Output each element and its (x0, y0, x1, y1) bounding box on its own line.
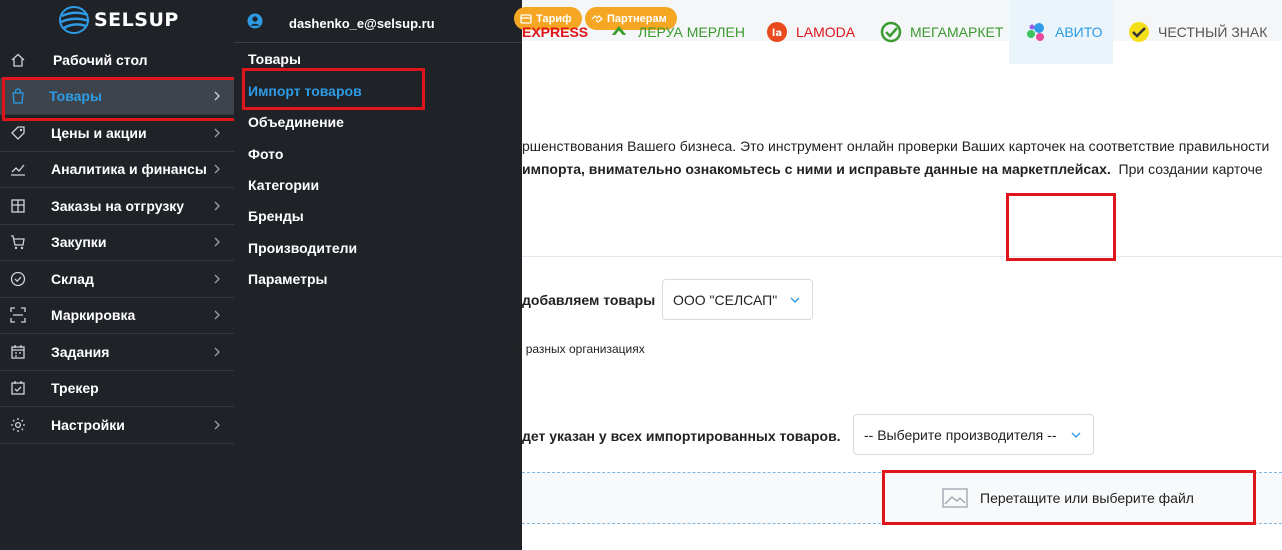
sidebar-item[interactable]: Рабочий стол (0, 42, 234, 79)
submenu-panel: dashenko_e@selsup.ru Товары Импорт товаро… (234, 0, 522, 550)
megamarket-icon (880, 21, 902, 43)
manufacturer-label: дет указан у всех импортированных товаро… (522, 428, 841, 444)
highlight-import-item (242, 68, 425, 110)
sidebar-item-label: Заказы на отгрузку (51, 197, 185, 214)
highlight-avito-tab (1006, 193, 1116, 261)
description-line-1: ршенствования Вашего бизнеса. Это инстру… (522, 138, 1270, 154)
chevron-right-icon (214, 347, 220, 357)
description-bold: импорта, внимательно ознакомьтесь с ними… (522, 161, 1111, 177)
logo-text: SELSUP (94, 9, 179, 31)
home-icon (11, 53, 25, 67)
tab-lamoda[interactable]: la LAMODA (766, 0, 855, 64)
user-circle-icon (247, 13, 263, 29)
marketplace-tabs (522, 193, 1282, 257)
box-icon (11, 199, 25, 213)
sidebar-item-label: Задания (51, 343, 110, 360)
sidebar-item[interactable]: Настройки (0, 407, 234, 444)
tab-megamarket-label: МЕГАМАРКЕТ (910, 24, 1004, 40)
svg-text:la: la (772, 28, 782, 39)
gear-icon (11, 417, 25, 432)
bag-icon (12, 88, 24, 104)
check-circle-icon (10, 271, 26, 286)
sidebar-item-label: Трекер (51, 380, 99, 397)
chevron-right-icon (214, 237, 220, 247)
logo-globe-icon (59, 6, 90, 34)
description-line-2: импорта, внимательно ознакомьтесь с ними… (522, 161, 1282, 177)
submenu-item[interactable]: Производители (248, 240, 357, 256)
sidebar-item-label: Товары (49, 88, 102, 105)
user-email: dashenko_e@selsup.ru (289, 16, 435, 31)
chevron-right-icon (214, 128, 220, 138)
sidebar-item[interactable]: Аналитика и финансы (0, 152, 234, 188)
tab-avito-label: АВИТО (1055, 24, 1103, 40)
sidebar-item[interactable]: Цены и акции (0, 115, 234, 152)
sidebar-item-label: Рабочий стол (53, 51, 148, 68)
chevron-down-icon (790, 297, 800, 303)
logo[interactable]: SELSUP (58, 5, 179, 35)
chevron-right-icon (214, 310, 220, 320)
tab-aliexpress[interactable]: EXPRESS (522, 0, 588, 64)
description-rest: При создании карточе (1118, 161, 1263, 177)
submenu-item[interactable]: Товары (248, 51, 301, 67)
chestny-znak-icon (1129, 22, 1149, 42)
highlight-dropzone (882, 470, 1256, 525)
sidebar-item-label: Маркировка (51, 307, 136, 324)
organization-note: в разных организациях (516, 342, 645, 356)
submenu-item[interactable]: Объединение (248, 114, 344, 130)
chevron-right-icon (214, 201, 220, 211)
avito-icon (1027, 23, 1044, 41)
chevron-right-icon (214, 274, 220, 284)
sidebar-item[interactable]: Склад (0, 261, 234, 298)
chart-icon (11, 164, 25, 176)
sidebar-item[interactable]: Маркировка (0, 298, 234, 334)
tab-megamarket[interactable]: МЕГАМАРКЕТ (880, 0, 1003, 64)
submenu-item[interactable]: Категории (248, 177, 319, 193)
organization-select[interactable]: ООО "СЕЛСАП" (662, 279, 813, 320)
manufacturer-select[interactable]: -- Выберите производителя -- (853, 414, 1094, 455)
submenu-item[interactable]: Бренды (248, 208, 304, 224)
tab-chestny-znak-label: ЧЕСТНЫЙ ЗНАК (1158, 24, 1268, 40)
sidebar-item-label: Аналитика и финансы (51, 161, 207, 178)
organization-value: ООО "СЕЛСАП" (673, 291, 778, 308)
calendar-icon (11, 344, 25, 359)
sidebar-item-label: Склад (51, 270, 94, 287)
tab-leroy-merlin-label: ЛЕРУА МЕРЛЕН (638, 24, 745, 40)
tab-avito[interactable]: АВИТО (1009, 0, 1113, 64)
calendar-check-icon (11, 381, 25, 395)
leroy-merlin-icon (611, 26, 627, 35)
manufacturer-placeholder: -- Выберите производителя -- (864, 426, 1057, 443)
submenu-item[interactable]: Параметры (248, 271, 328, 287)
organization-label: добавляем товары (522, 292, 656, 308)
sidebar-item[interactable]: Товары (0, 76, 238, 120)
handshake-icon (591, 14, 603, 23)
tag-icon (11, 126, 25, 140)
sidebar-item-label: Закупки (51, 234, 107, 251)
sidebar-item[interactable]: Задания (0, 334, 234, 371)
chevron-right-icon (214, 164, 220, 174)
sidebar-item[interactable]: Трекер (0, 371, 234, 407)
tab-lamoda-label: LAMODA (796, 24, 856, 40)
sidebar-item[interactable]: Заказы на отгрузку (0, 188, 234, 225)
submenu-item[interactable]: Фото (248, 146, 283, 162)
tab-chestny-znak[interactable]: ЧЕСТНЫЙ ЗНАК (1128, 0, 1267, 64)
sidebar-nav: Рабочий стол Товары Цены и акции Аналитика … (0, 42, 238, 444)
chevron-right-icon (214, 420, 220, 430)
chevron-down-icon (1071, 432, 1081, 438)
sidebar-item-label: Цены и акции (51, 124, 147, 141)
user-header[interactable]: dashenko_e@selsup.ru (234, 0, 522, 43)
cart-icon (11, 235, 25, 250)
sidebar-item-label: Настройки (51, 416, 125, 433)
sidebar: SELSUP Рабочий стол Товары Цены и акции Ана… (0, 0, 238, 550)
lamoda-icon: la (767, 22, 787, 42)
tab-aliexpress-label: EXPRESS (522, 24, 589, 40)
sidebar-item[interactable]: Закупки (0, 225, 234, 261)
tab-leroy-merlin[interactable]: ЛЕРУА МЕРЛЕН (608, 0, 745, 64)
scan-icon (10, 307, 26, 323)
chevron-right-icon (214, 91, 220, 101)
